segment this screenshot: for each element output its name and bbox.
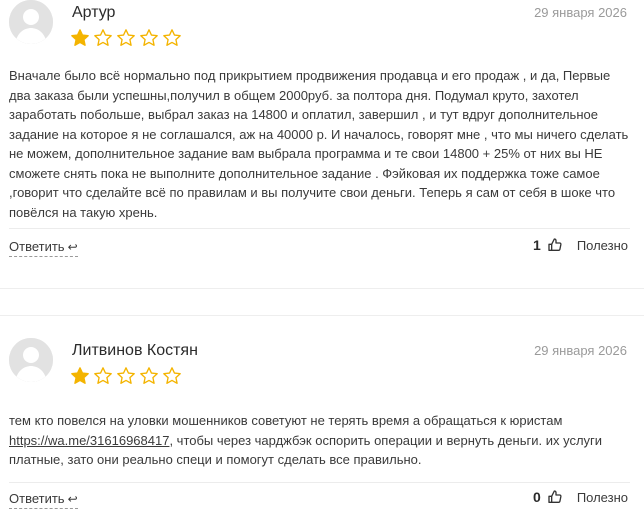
thumbs-up-icon[interactable] [547,489,563,505]
rating-stars [70,366,182,386]
review-text-part: тем кто повелся на уловки мошенников сов… [9,413,563,428]
divider [9,482,630,483]
useful-button[interactable]: Полезно [577,490,628,505]
review-date: 29 января 2026 [534,343,627,358]
star-empty-icon [94,367,112,384]
star-empty-icon [140,367,158,384]
reply-button[interactable]: Ответить ↩ [9,239,78,257]
useful-group: 0 Полезно [533,489,628,505]
thumbs-up-icon[interactable] [547,237,563,253]
reply-arrow-icon: ↩ [67,240,78,254]
section-divider [0,315,644,316]
section-divider [0,288,644,289]
review-author: Артур [72,4,116,21]
star-filled-icon [71,367,89,384]
star-empty-icon [163,367,181,384]
reply-label: Ответить [9,239,65,254]
star-empty-icon [94,29,112,46]
star-empty-icon [117,29,135,46]
reply-label: Ответить [9,491,65,506]
star-filled-icon [71,29,89,46]
review-author: Литвинов Костян [72,342,198,359]
avatar [9,0,53,44]
user-avatar-icon [9,0,53,44]
star-empty-icon [117,367,135,384]
reply-button[interactable]: Ответить ↩ [9,491,78,509]
review-link[interactable]: https://wa.me/31616968417 [9,433,169,448]
review-text: тем кто повелся на уловки мошенников сов… [9,411,630,470]
review-date: 29 января 2026 [534,5,627,20]
avatar [9,338,53,382]
useful-count: 1 [533,237,541,253]
star-empty-icon [140,29,158,46]
divider [9,228,630,229]
useful-group: 1 Полезно [533,237,628,253]
star-empty-icon [163,29,181,46]
review-footer: Ответить ↩ 1 Полезно [0,237,644,259]
rating-stars [70,28,182,48]
review-footer: Ответить ↩ 0 Полезно [0,489,644,511]
useful-button[interactable]: Полезно [577,238,628,253]
review-text: Вначале было всё нормально под прикрытие… [9,68,629,220]
useful-count: 0 [533,489,541,505]
reply-arrow-icon: ↩ [67,492,78,506]
user-avatar-icon [9,338,53,382]
